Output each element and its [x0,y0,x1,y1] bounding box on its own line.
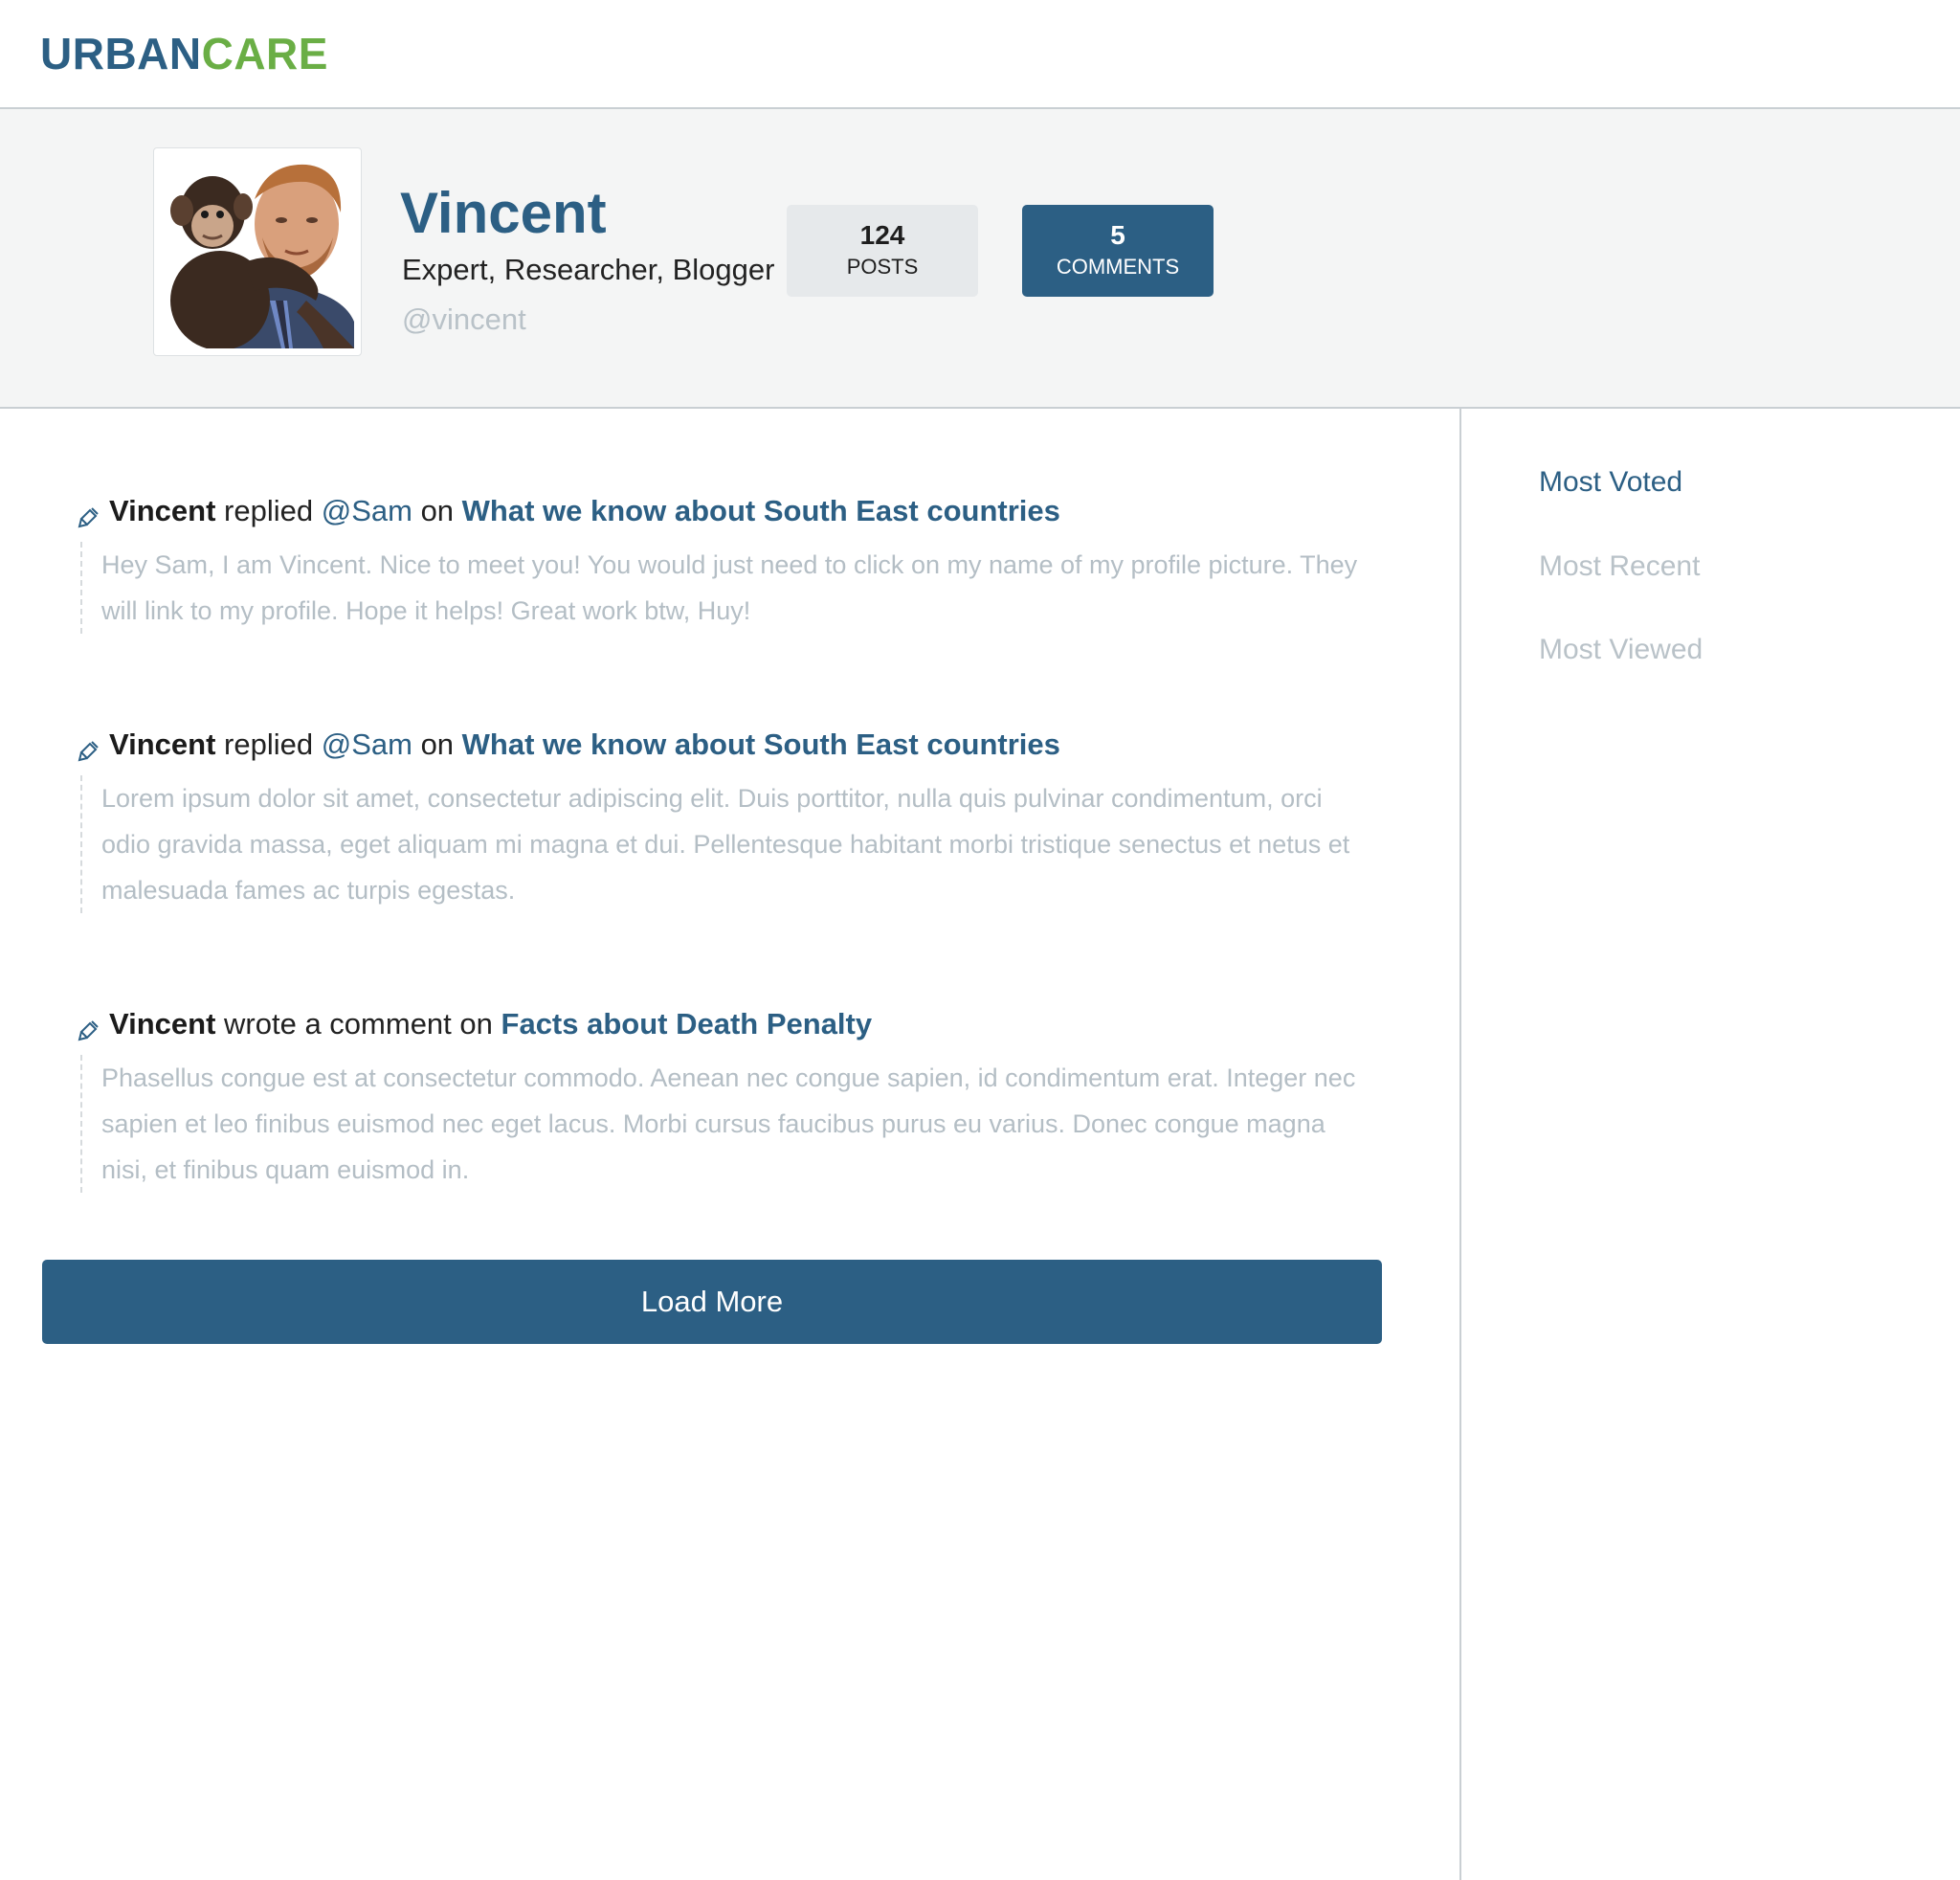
sort-most-voted[interactable]: Most Voted [1539,463,1682,502]
activity-topic-link[interactable]: What we know about South East countries [462,727,1060,761]
profile-name: Vincent [400,181,607,245]
activity-body: Hey Sam, I am Vincent. Nice to meet you!… [80,542,1359,634]
activity-connector: on [420,494,455,527]
posts-label: POSTS [846,255,919,279]
activity-heading: Vincent wrote a comment on Facts about D… [77,1005,1359,1043]
column-divider [1459,408,1461,1880]
activity-item: Vincent replied @Sam on What we know abo… [77,726,1359,913]
activity-user[interactable]: Vincent [109,494,215,527]
profile-roles: Expert, Researcher, Blogger [402,253,775,286]
activity-topic-link[interactable]: Facts about Death Penalty [501,1007,873,1041]
activity-user[interactable]: Vincent [109,727,215,761]
activity-action: replied [224,494,314,527]
activity-body: Phasellus congue est at consectetur comm… [80,1055,1359,1193]
activity-topic-link[interactable]: What we know about South East countries [462,494,1060,527]
activity-user[interactable]: Vincent [109,1007,215,1041]
activity-item: Vincent replied @Sam on What we know abo… [77,492,1359,634]
sort-most-viewed[interactable]: Most Viewed [1539,631,1703,669]
pencil-edit-icon [77,1014,101,1052]
avatar-image [163,157,354,348]
activity-body: Lorem ipsum dolor sit amet, consectetur … [80,775,1359,913]
top-navbar: URBANCARE [0,0,1960,109]
pencil-edit-icon [77,501,101,539]
profile-header: Vincent Expert, Researcher, Blogger @vin… [0,109,1960,409]
activity-mention[interactable]: @Sam [322,494,412,527]
activity-heading: Vincent replied @Sam on What we know abo… [77,492,1359,530]
activity-action: wrote a comment on [224,1007,493,1041]
brand-logo-care: CARE [201,29,328,78]
brand-logo-urban: URBAN [40,29,202,78]
activity-connector: on [420,727,455,761]
brand-logo[interactable]: URBANCARE [40,27,328,80]
activity-action: replied [224,727,314,761]
activity-item: Vincent wrote a comment on Facts about D… [77,1005,1359,1193]
sort-most-recent[interactable]: Most Recent [1539,548,1700,586]
comments-label: COMMENTS [1056,255,1180,279]
profile-handle: @vincent [402,302,526,336]
pencil-edit-icon [77,734,101,772]
posts-count: 124 [859,220,905,250]
activity-mention[interactable]: @Sam [322,727,412,761]
comments-count-button[interactable]: 5 COMMENTS [1022,205,1214,297]
activity-heading: Vincent replied @Sam on What we know abo… [77,726,1359,764]
posts-count-button[interactable]: 124 POSTS [787,205,978,297]
comments-count: 5 [1110,220,1125,250]
avatar[interactable] [153,147,362,356]
load-more-button[interactable]: Load More [42,1260,1382,1344]
activity-feed: Vincent replied @Sam on What we know abo… [0,408,1459,1880]
